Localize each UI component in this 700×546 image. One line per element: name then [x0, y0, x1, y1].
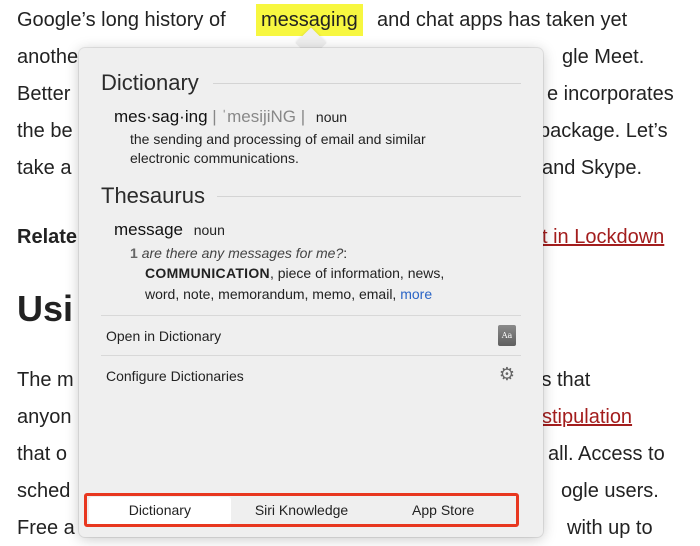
dictionary-headword: mes·sag·ing | ˈmesijiNG | noun	[114, 107, 348, 126]
divider	[101, 355, 521, 356]
definition: the sending and processing of email and …	[130, 131, 426, 166]
more-synonyms-link[interactable]: more	[400, 286, 432, 302]
dictionary-book-icon[interactable]: Aa	[498, 325, 516, 346]
related-link[interactable]: t in Lockdown	[542, 219, 664, 255]
lookup-popover: Dictionary mes·sag·ing | ˈmesijiNG | nou…	[79, 48, 543, 537]
thesaurus-headword: message noun	[114, 220, 225, 239]
open-in-dictionary-button[interactable]: Open in Dictionary	[106, 326, 221, 346]
part-of-speech: noun	[315, 109, 348, 125]
divider	[101, 315, 521, 316]
thesaurus-part-of-speech: noun	[193, 222, 225, 238]
primary-synonym: COMMUNICATION	[145, 265, 270, 281]
dictionary-title-rule	[213, 83, 521, 84]
stipulation-link[interactable]: stipulation	[542, 399, 632, 435]
thesaurus-title-rule	[217, 196, 521, 197]
thesaurus-section-title: Thesaurus	[101, 183, 205, 208]
section-heading: Usi	[17, 288, 74, 329]
dictionary-section-title: Dictionary	[101, 70, 199, 95]
example-sentence: are there any messages for me?	[141, 245, 344, 261]
sense-number: 1	[130, 245, 138, 261]
pronunciation: | ˈmesijiNG |	[212, 107, 306, 126]
synonyms: COMMUNICATION, piece of information, new…	[145, 265, 445, 302]
annotation-highlight-box	[84, 493, 519, 527]
thesaurus-sense: 1 are there any messages for me?:	[130, 245, 348, 261]
configure-dictionaries-button[interactable]: Configure Dictionaries	[106, 366, 244, 386]
gear-icon[interactable]: ⚙	[498, 365, 516, 383]
